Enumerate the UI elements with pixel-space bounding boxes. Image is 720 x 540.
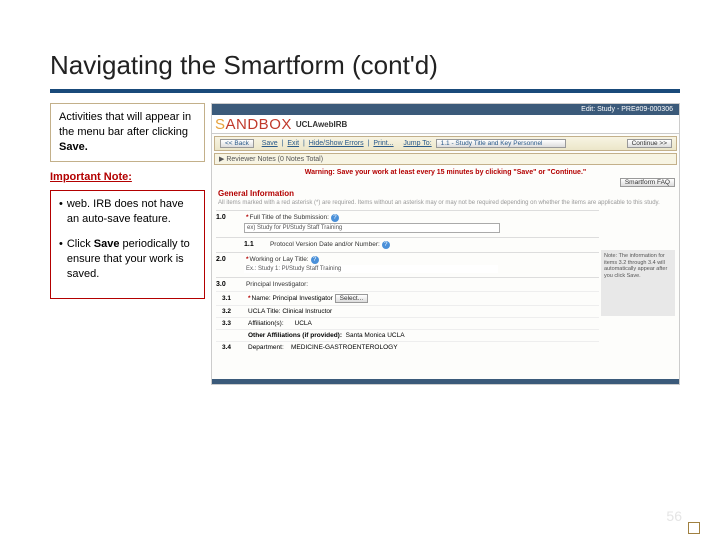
q-2-0-field: Ex.: Study 1: PI/Study Staff Training xyxy=(244,265,498,273)
help-icon[interactable]: ? xyxy=(311,256,319,264)
corner-square-icon xyxy=(688,522,700,534)
app-screenshot: Edit: Study - PRE#09-000306 SANDBOX UCLA… xyxy=(211,103,680,385)
q-3-2-label: UCLA Title: Clinical Instructor xyxy=(248,308,332,315)
section-heading: General Information xyxy=(212,187,679,200)
q-3-3b-label: Other Affiliations (if provided): xyxy=(248,332,342,339)
continue-button[interactable]: Continue >> xyxy=(627,139,672,148)
ucla-webirb-label: UCLAwebIRB xyxy=(296,120,347,129)
page-number: 56 xyxy=(666,508,682,524)
help-icon[interactable]: ? xyxy=(382,241,390,249)
smartform-faq-button[interactable]: Smartform FAQ xyxy=(620,178,675,187)
menu-print[interactable]: Print... xyxy=(373,140,393,147)
help-icon[interactable]: ? xyxy=(331,214,339,222)
intro-text: Activities that will appear in the menu … xyxy=(59,111,191,138)
side-note: Note: The information for items 3.2 thro… xyxy=(601,250,675,316)
window-title: Edit: Study - PRE#09-000306 xyxy=(581,106,673,113)
select-pi-button[interactable]: Select... xyxy=(335,294,368,303)
q-1-0-field[interactable]: ex) Study for PI/Study Staff Training xyxy=(244,223,500,233)
q-2-0-label: Working or Lay Title: xyxy=(246,256,309,263)
save-warning: Warning: Save your work at least every 1… xyxy=(212,169,679,176)
bullet-2: Click Save periodically to ensure that y… xyxy=(67,237,196,282)
q-1-0-label: Full Title of the Submission: xyxy=(246,214,329,221)
menu-bar: << Back Save | Exit | Hide/Show Errors |… xyxy=(214,136,677,151)
menu-hide-errors[interactable]: Hide/Show Errors xyxy=(309,140,364,147)
menu-save[interactable]: Save xyxy=(262,140,278,147)
title-rule xyxy=(50,89,680,93)
section-instructions: All items marked with a red asterisk (*)… xyxy=(212,200,679,210)
q-3-3a-label: Affiliation(s): xyxy=(248,320,284,327)
menu-exit[interactable]: Exit xyxy=(287,140,299,147)
slide-title: Navigating the Smartform (cont'd) xyxy=(50,50,680,81)
important-note-box: •web. IRB does not have an auto-save fea… xyxy=(50,190,205,298)
jump-to-label: Jump To: xyxy=(403,140,431,147)
reviewer-notes-bar[interactable]: ▶ Reviewer Notes (0 Notes Total) xyxy=(214,153,677,165)
important-note-heading: Important Note: xyxy=(50,170,205,185)
q-1-1-label: Protocol Version Date and/or Number: xyxy=(270,241,380,248)
sandbox-logo: SANDBOX xyxy=(215,116,292,133)
q-3-4-label: Department: xyxy=(248,344,284,351)
intro-box: Activities that will appear in the menu … xyxy=(50,103,205,162)
back-button[interactable]: << Back xyxy=(220,139,254,148)
bottom-bar xyxy=(212,379,679,384)
jump-to-select[interactable]: 1.1 - Study Title and Key Personnel xyxy=(436,139,566,148)
bullet-1: web. IRB does not have an auto-save feat… xyxy=(67,197,196,227)
intro-bold: Save. xyxy=(59,141,88,153)
q-3-0-label: Principal Investigator: xyxy=(246,281,308,288)
window-titlebar: Edit: Study - PRE#09-000306 xyxy=(212,104,679,115)
q-3-1-label: Name: Principal Investigator xyxy=(248,295,333,302)
